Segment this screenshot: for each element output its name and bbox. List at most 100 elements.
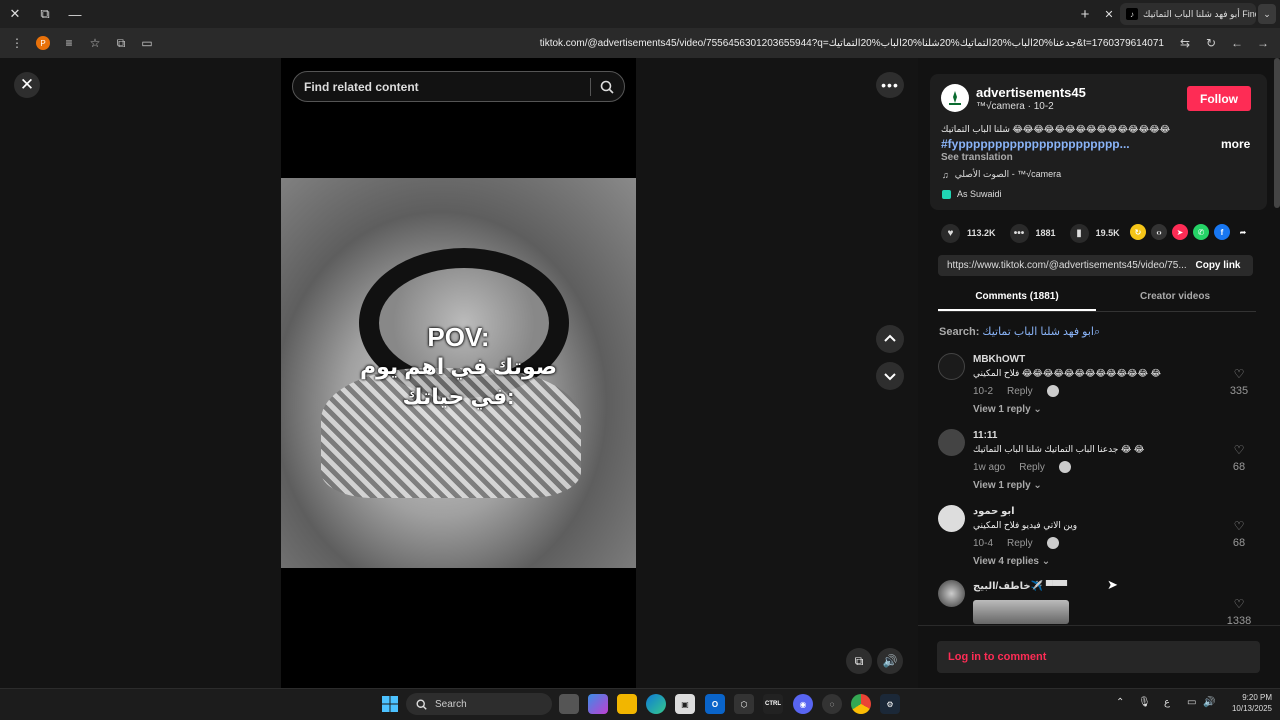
file-explorer-icon[interactable] — [617, 694, 637, 714]
site-settings-icon[interactable]: ⇆ — [1174, 32, 1196, 54]
network-icon[interactable]: ▭ — [1187, 697, 1196, 708]
speaker-icon[interactable]: 🔊 — [1203, 697, 1215, 708]
comment-author[interactable]: خاطف/البيج✈️ ▀▀▀ — [973, 581, 1067, 592]
find-related-search[interactable]: Find related content — [292, 71, 625, 102]
comment-author[interactable]: MBKhOWT — [973, 354, 1025, 365]
comment-like[interactable]: ♡ 68 — [1226, 443, 1252, 475]
tab-close-icon[interactable]: ✕ — [1101, 6, 1117, 22]
outlook-icon[interactable]: O — [705, 694, 725, 714]
hashtag-link[interactable]: #fypppppppppppppppppppppp... — [941, 137, 1130, 151]
view-replies-button[interactable]: View 1 reply ⌄ — [973, 404, 1042, 415]
author-username[interactable]: advertisements45 — [976, 85, 1086, 100]
reading-list-icon[interactable]: ≡ — [58, 32, 80, 54]
comment-like[interactable]: ♡ 68 — [1226, 519, 1252, 551]
discord-icon[interactable]: ◉ — [793, 694, 813, 714]
comment-count: 1881 — [1035, 228, 1056, 238]
share-arrow-icon[interactable]: ➦ — [1235, 224, 1251, 240]
comment-author[interactable]: 11:11 — [973, 430, 997, 441]
comment-search-hint[interactable]: Search: ابو فهد شلنا الباب تماتيك⌕ — [939, 325, 1100, 339]
comment-like[interactable]: ♡ 335 — [1226, 367, 1252, 399]
profile-button[interactable]: P — [32, 32, 54, 54]
effect-icon — [942, 189, 951, 199]
more-options-button[interactable]: ••• — [876, 72, 904, 98]
steam-icon[interactable]: ⚙ — [880, 694, 900, 714]
overlay-line1: POV: — [427, 322, 490, 352]
windows-start-icon[interactable] — [380, 694, 400, 714]
comment-date: 10-2 — [973, 385, 994, 397]
comment-avatar[interactable] — [938, 353, 965, 380]
taskbar-clock[interactable]: 9:20 PM 10/13/2025 — [1224, 692, 1272, 714]
taskbar-search[interactable]: Search — [406, 693, 552, 715]
send-icon[interactable]: ➤ — [1172, 224, 1188, 240]
search-icon[interactable] — [597, 77, 617, 97]
heart-icon: ♥ — [941, 223, 960, 243]
app-icon[interactable]: ◌ — [822, 694, 842, 714]
microphone-icon[interactable]: 🎙 — [1138, 697, 1151, 708]
login-to-comment-button[interactable]: Log in to comment — [937, 641, 1260, 673]
edge-icon[interactable] — [646, 694, 666, 714]
tab-creator-videos[interactable]: Creator videos — [1096, 288, 1254, 302]
view-replies-button[interactable]: View 4 replies ⌄ — [973, 556, 1050, 567]
ctrl-app-icon[interactable]: CTRL — [763, 694, 783, 714]
menu-dots-icon[interactable]: ⋮ — [6, 32, 28, 54]
tray-overflow-icon[interactable]: ⌃ — [1116, 697, 1124, 708]
minimize-window-icon[interactable]: — — [60, 0, 90, 28]
whatsapp-icon[interactable]: ✆ — [1193, 224, 1209, 240]
comment-like-count: 335 — [1229, 385, 1249, 397]
taskbar-search-label: Search — [435, 698, 467, 710]
task-view-icon[interactable] — [559, 694, 579, 714]
panel-scrollbar[interactable] — [1274, 58, 1280, 208]
new-tab-icon[interactable]: + — [1077, 5, 1093, 23]
comment-avatar[interactable] — [938, 580, 965, 607]
extensions-icon[interactable]: ⧉ — [110, 32, 132, 54]
volume-icon[interactable]: 🔊 — [877, 648, 903, 674]
comment-action[interactable]: ••• 1881 — [1009, 223, 1056, 243]
input-language[interactable]: ع — [1164, 697, 1170, 708]
picture-in-picture-icon[interactable]: ⧉ — [846, 648, 872, 674]
next-video-button[interactable] — [876, 362, 904, 390]
chrome-icon[interactable] — [851, 694, 871, 714]
reply-button[interactable]: Reply — [1007, 538, 1033, 549]
save-action[interactable]: ▮ 19.5K — [1069, 223, 1120, 243]
forward-icon[interactable]: → — [1252, 32, 1274, 54]
music-row[interactable]: ♫ الصوت الأصلي - ™√camera — [942, 169, 1061, 180]
screenshot-icon[interactable]: ▭ — [136, 32, 158, 54]
chevron-down-icon: ⌄ — [1033, 480, 1042, 491]
comment-image[interactable] — [973, 600, 1069, 624]
back-icon[interactable]: ← — [1226, 32, 1248, 54]
address-bar[interactable]: tiktok.com/@advertisements45/video/75564… — [162, 38, 1170, 49]
see-translation-link[interactable]: See translation — [941, 152, 1013, 163]
follow-button[interactable]: Follow — [1187, 86, 1251, 111]
comment-avatar[interactable] — [938, 429, 965, 456]
settings-app-icon[interactable]: ⬡ — [734, 694, 754, 714]
facebook-icon[interactable]: f — [1214, 224, 1230, 240]
browser-tab[interactable]: ♪ أبو فهد شلنا الباب التماتيك Find" — [1120, 3, 1256, 25]
close-video-button[interactable]: ✕ — [14, 72, 40, 98]
reply-button[interactable]: Reply — [1007, 386, 1033, 397]
store-icon[interactable]: ▣ — [675, 694, 695, 714]
view-replies-button[interactable]: View 1 reply ⌄ — [973, 480, 1042, 491]
bookmark-star-icon[interactable]: ☆ — [84, 32, 106, 54]
tab-search-icon[interactable]: ⌄ — [1258, 4, 1276, 24]
comment-like[interactable]: ♡ 1338 — [1226, 597, 1252, 625]
copy-link-button[interactable]: Copy link — [1183, 255, 1253, 276]
engagement-bar: ♥ 113.2K ••• 1881 ▮ 19.5K — [941, 223, 1134, 243]
close-window-icon[interactable]: ✕ — [0, 0, 30, 28]
comment-item: خاطف/البيج✈️ ▀▀▀ ♡ 1338 — [938, 580, 1256, 625]
restore-window-icon[interactable]: ⧉ — [30, 0, 60, 28]
more-description-link[interactable]: more — [1221, 137, 1250, 151]
like-action[interactable]: ♥ 113.2K — [941, 223, 996, 243]
embed-icon[interactable]: ‹› — [1151, 224, 1167, 240]
share-link-box[interactable]: https://www.tiktok.com/@advertisements45… — [938, 255, 1253, 276]
chevron-down-icon: ⌄ — [1033, 404, 1042, 415]
effect-row[interactable]: As Suwaidi — [942, 189, 1002, 199]
author-avatar[interactable] — [941, 84, 969, 112]
tab-comments[interactable]: Comments (1881) — [938, 288, 1096, 311]
comment-avatar[interactable] — [938, 505, 965, 532]
comment-author[interactable]: ابو حمود — [973, 506, 1015, 517]
reply-button[interactable]: Reply — [1019, 462, 1045, 473]
previous-video-button[interactable] — [876, 325, 904, 353]
copilot-icon[interactable] — [588, 694, 608, 714]
reload-icon[interactable]: ↻ — [1200, 32, 1222, 54]
repost-icon[interactable]: ↻ — [1130, 224, 1146, 240]
